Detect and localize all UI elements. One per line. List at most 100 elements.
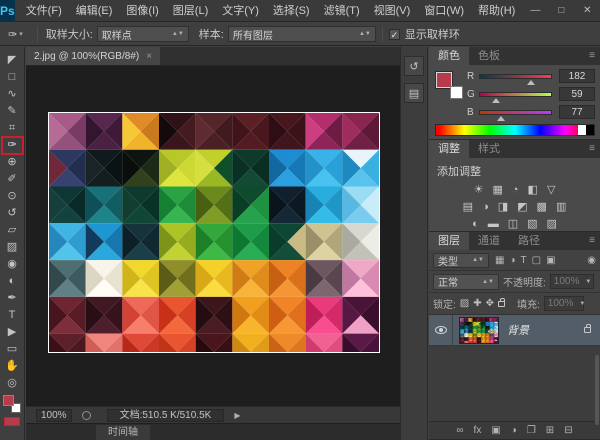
crop-tool[interactable]: ⌗ <box>2 120 23 137</box>
scrollbar[interactable] <box>595 355 599 425</box>
hand-tool[interactable]: ✋ <box>2 358 23 375</box>
type-tool[interactable]: T <box>2 307 23 324</box>
move-tool[interactable]: ◤ <box>2 52 23 69</box>
slider-thumb-icon[interactable] <box>492 98 500 103</box>
panel-menu-icon[interactable]: ≡ <box>589 232 600 250</box>
gradient-map-icon[interactable]: ▧ <box>527 217 537 230</box>
healing-brush-tool[interactable]: ⊕ <box>2 154 23 171</box>
maximize-button[interactable]: □ <box>548 0 574 22</box>
threshold-icon[interactable]: ◫ <box>508 217 518 230</box>
background-color-swatch[interactable] <box>450 86 463 99</box>
channel-slider[interactable] <box>479 92 552 97</box>
panel-tab[interactable]: 路径 <box>509 232 549 250</box>
link-layers-icon[interactable]: ∞ <box>456 425 463 436</box>
status-menu-arrow-icon[interactable]: ▶ <box>234 411 240 420</box>
sample-size-select[interactable]: 取样点 ▲▼ <box>97 26 189 42</box>
canvas-area[interactable] <box>26 66 400 406</box>
add-layer-mask-icon[interactable]: ▣ <box>491 425 500 436</box>
filter-shape-layers-icon[interactable]: ▢ <box>532 255 541 266</box>
lock-image-pixels-icon[interactable]: ✚ <box>473 298 481 309</box>
filter-smart-objects-icon[interactable]: ▣ <box>546 255 555 266</box>
posterize-icon[interactable]: ▬ <box>488 218 499 230</box>
panel-tab[interactable]: 图层 <box>429 232 469 250</box>
lock-transparent-pixels-icon[interactable]: ▨ <box>460 298 469 309</box>
open-image[interactable] <box>48 112 380 353</box>
eyedropper-tool[interactable]: ✑ <box>2 137 23 154</box>
panel-tab[interactable]: 样式 <box>469 140 509 158</box>
blur-tool[interactable]: ◉ <box>2 256 23 273</box>
channel-value-field[interactable]: 77 <box>559 105 595 119</box>
close-tab-icon[interactable]: × <box>146 47 152 66</box>
zoom-tool[interactable]: ◎ <box>2 375 23 392</box>
panel-tab[interactable]: 调整 <box>429 140 469 158</box>
panel-menu-icon[interactable]: ≡ <box>589 140 600 158</box>
slider-thumb-icon[interactable] <box>527 80 535 85</box>
panel-tab[interactable]: 颜色 <box>429 47 469 65</box>
panel-menu-icon[interactable]: ≡ <box>589 47 600 65</box>
quick-selection-tool[interactable]: ✎ <box>2 103 23 120</box>
marquee-tool[interactable]: □ <box>2 69 23 86</box>
layer-filter-select[interactable]: 类型 ▲▼ <box>433 253 489 268</box>
brush-tool[interactable]: ✐ <box>2 171 23 188</box>
vibrance-icon[interactable]: ▽ <box>547 183 555 196</box>
zoom-level-field[interactable]: 100% <box>36 409 72 422</box>
opacity-field[interactable]: 100% ▼ <box>550 274 594 289</box>
hue-saturation-icon[interactable]: ▤ <box>463 200 473 213</box>
layer-thumbnail[interactable] <box>459 317 499 344</box>
levels-icon[interactable]: ▦ <box>492 183 502 196</box>
sample-select[interactable]: 所有图层 ▲▼ <box>228 26 376 42</box>
channel-mixer-icon[interactable]: ▩ <box>537 200 547 213</box>
history-brush-tool[interactable]: ↺ <box>2 205 23 222</box>
minimize-button[interactable]: — <box>522 0 548 22</box>
lasso-tool[interactable]: ∿ <box>2 86 23 103</box>
new-layer-icon[interactable]: ⊞ <box>546 425 554 436</box>
selective-color-icon[interactable]: ▨ <box>547 217 557 230</box>
show-sampling-ring-checkbox[interactable]: ✓ 显示取样环 <box>389 26 460 42</box>
panel-tab[interactable]: 通道 <box>469 232 509 250</box>
new-adjustment-layer-icon[interactable]: ◑ <box>511 425 517 436</box>
black-white-icon[interactable]: ◨ <box>498 200 508 213</box>
panel-tab[interactable]: 色板 <box>469 47 509 65</box>
color-spectrum-ramp[interactable] <box>435 124 595 136</box>
eraser-tool[interactable]: ▱ <box>2 222 23 239</box>
properties-panel-icon[interactable]: ▤ <box>404 83 424 103</box>
filter-pixel-layers-icon[interactable]: ▦ <box>495 255 504 266</box>
layer-style-icon[interactable]: fx <box>474 425 482 436</box>
menu-select[interactable]: 选择(S) <box>266 0 317 22</box>
quick-mask-button[interactable] <box>4 417 20 426</box>
close-button[interactable]: ✕ <box>574 0 600 22</box>
pen-tool[interactable]: ✒ <box>2 290 23 307</box>
shape-tool[interactable]: ▭ <box>2 341 23 358</box>
color-lookup-icon[interactable]: ▥ <box>556 200 566 213</box>
background-layer-row[interactable]: 背景 <box>429 315 600 346</box>
channel-value-field[interactable]: 182 <box>559 69 595 83</box>
exposure-icon[interactable]: ◧ <box>528 183 538 196</box>
channel-slider[interactable] <box>479 110 552 115</box>
channel-value-field[interactable]: 59 <box>559 87 595 101</box>
menu-file[interactable]: 文件(F) <box>19 0 69 22</box>
invert-icon[interactable]: ◐ <box>472 218 479 230</box>
tool-preset-picker[interactable]: ✑ ▾ <box>0 28 31 41</box>
lock-position-icon[interactable]: ✥ <box>486 298 494 309</box>
fill-field[interactable]: 100% ▼ <box>544 296 584 311</box>
timeline-tab[interactable]: 时间轴 <box>96 425 150 440</box>
menu-view[interactable]: 视图(V) <box>367 0 418 22</box>
lock-all-icon[interactable] <box>498 301 505 307</box>
menu-edit[interactable]: 编辑(E) <box>69 0 120 22</box>
menu-filter[interactable]: 滤镜(T) <box>317 0 367 22</box>
document-tab[interactable]: 2.jpg @ 100%(RGB/8#) × <box>26 47 160 65</box>
menu-layer[interactable]: 图层(L) <box>166 0 215 22</box>
menu-image[interactable]: 图像(I) <box>119 0 165 22</box>
path-selection-tool[interactable]: ▶ <box>2 324 23 341</box>
slider-thumb-icon[interactable] <box>497 116 505 121</box>
visibility-cell[interactable] <box>429 315 453 346</box>
menu-help[interactable]: 帮助(H) <box>471 0 522 22</box>
menu-type[interactable]: 文字(Y) <box>215 0 266 22</box>
delete-layer-icon[interactable]: ⊟ <box>564 425 572 436</box>
dodge-tool[interactable]: ◐ <box>2 273 23 290</box>
clone-stamp-tool[interactable]: ⊙ <box>2 188 23 205</box>
default-swatches[interactable] <box>3 395 21 413</box>
brightness-contrast-icon[interactable]: ☀ <box>474 183 484 196</box>
gradient-tool[interactable]: ▨ <box>2 239 23 256</box>
filter-type-layers-icon[interactable]: T <box>521 255 527 266</box>
